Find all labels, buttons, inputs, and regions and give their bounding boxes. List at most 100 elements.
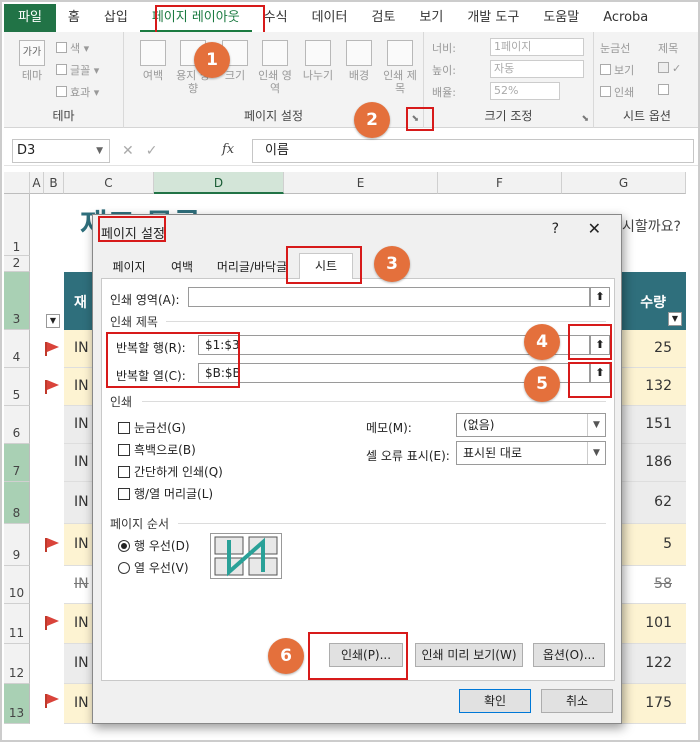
cancel-button[interactable]: 취소 bbox=[541, 689, 613, 713]
tab-file[interactable]: 파일 bbox=[4, 4, 56, 32]
row-header-1[interactable]: 1 bbox=[4, 194, 30, 256]
column-header-b[interactable]: B bbox=[44, 172, 64, 194]
headings-view-checkbox[interactable]: ✓ bbox=[658, 62, 681, 75]
row-header-3[interactable]: 3 bbox=[4, 272, 30, 330]
row-col-headings-label: 행/열 머리글(L) bbox=[134, 487, 214, 501]
width-select[interactable]: 1페이지 bbox=[490, 38, 584, 56]
row-col-headings-checkbox[interactable]: 행/열 머리글(L) bbox=[118, 485, 213, 502]
row-header-7[interactable]: 7 bbox=[4, 444, 30, 482]
tab-acrobat[interactable]: Acroba bbox=[591, 4, 660, 32]
size-label: 크기 bbox=[224, 69, 246, 82]
print-area-input[interactable] bbox=[188, 287, 590, 307]
confirm-icon[interactable]: ✓ bbox=[146, 143, 170, 159]
row-inventory-id: IN bbox=[74, 615, 89, 631]
print-preview-button[interactable]: 인쇄 미리 보기(W) bbox=[415, 643, 523, 667]
scale-value: 52% bbox=[494, 84, 519, 97]
row-header-12[interactable]: 12 bbox=[4, 644, 30, 684]
column-header-d[interactable]: D bbox=[154, 172, 284, 194]
gridlines-label: 눈금선(G) bbox=[134, 421, 186, 435]
name-box[interactable]: D3 ▼ bbox=[12, 139, 110, 163]
row-qty: 175 bbox=[645, 695, 672, 711]
column-header-c[interactable]: C bbox=[64, 172, 154, 194]
gridlines-print-checkbox[interactable]: 인쇄 bbox=[600, 84, 634, 100]
over-then-down-radio[interactable]: 열 우선(V) bbox=[118, 559, 189, 576]
row-header-9[interactable]: 9 bbox=[4, 524, 30, 566]
row-header-5[interactable]: 5 bbox=[4, 368, 30, 406]
checkbox-icon bbox=[118, 444, 130, 456]
filter-dropdown-icon[interactable]: ▼ bbox=[668, 312, 682, 326]
row-qty: 5 bbox=[663, 536, 672, 552]
colors-button[interactable]: 색 ▾ bbox=[56, 40, 89, 56]
select-all-corner[interactable] bbox=[4, 172, 30, 194]
row-header-8[interactable]: 8 bbox=[4, 482, 30, 524]
ok-button[interactable]: 확인 bbox=[459, 689, 531, 713]
fonts-button[interactable]: 글꼴 ▾ bbox=[56, 62, 99, 78]
checkbox-icon bbox=[118, 422, 130, 434]
filter-dropdown-icon[interactable]: ▼ bbox=[46, 314, 60, 328]
tab-margins[interactable]: 여백 bbox=[159, 257, 205, 279]
help-icon[interactable]: ? bbox=[552, 221, 559, 237]
tab-header-footer[interactable]: 머리글/바닥글 bbox=[209, 257, 295, 279]
print-area-button[interactable]: 인쇄 영역 bbox=[258, 40, 292, 95]
print-titles-button[interactable]: 인쇄 제목 bbox=[382, 40, 418, 95]
row-header-6[interactable]: 6 bbox=[4, 406, 30, 444]
effects-button[interactable]: 효과 ▾ bbox=[56, 84, 99, 100]
headings-print-checkbox[interactable] bbox=[658, 84, 672, 97]
formula-input[interactable]: 이름 bbox=[252, 139, 694, 163]
row-header-13[interactable]: 13 bbox=[4, 684, 30, 724]
row-header-2[interactable]: 2 bbox=[4, 256, 30, 272]
close-icon[interactable]: ✕ bbox=[588, 219, 601, 238]
theme-button[interactable]: 가가 테마 bbox=[14, 40, 50, 82]
highlight-rows-picker bbox=[568, 324, 612, 360]
ribbon-group-scale: 너비: 1페이지 높이: 자동 배율: 52% 크기 조정 ⬊ bbox=[424, 32, 594, 128]
height-select[interactable]: 자동 bbox=[490, 60, 584, 78]
name-box-value: D3 bbox=[17, 143, 36, 158]
background-button[interactable]: 배경 bbox=[344, 40, 374, 82]
black-white-checkbox[interactable]: 흑백으로(B) bbox=[118, 441, 196, 458]
effects-icon bbox=[56, 86, 67, 97]
insert-function-icon[interactable]: fx bbox=[222, 142, 234, 157]
margins-button[interactable]: 여백 bbox=[136, 40, 170, 82]
row-header-11[interactable]: 11 bbox=[4, 604, 30, 644]
down-then-over-radio[interactable]: 행 우선(D) bbox=[118, 537, 190, 554]
ribbon-group-sheet-options: 눈금선 제목 보기 ✓ 인쇄 시트 옵션 bbox=[594, 32, 698, 128]
column-header-g[interactable]: G bbox=[562, 172, 686, 194]
row-header-10[interactable]: 10 bbox=[4, 566, 30, 604]
comments-select[interactable]: (없음) ▼ bbox=[456, 413, 606, 437]
gridlines-checkbox[interactable]: 눈금선(G) bbox=[118, 419, 186, 436]
flag-icon bbox=[45, 694, 59, 708]
column-header-f[interactable]: F bbox=[438, 172, 562, 194]
highlight-print-button bbox=[308, 632, 408, 680]
draft-quality-checkbox[interactable]: 간단하게 인쇄(Q) bbox=[118, 463, 223, 480]
tab-review[interactable]: 검토 bbox=[359, 4, 407, 32]
row-qty: 62 bbox=[654, 494, 672, 510]
row-inventory-id: IN bbox=[74, 454, 89, 470]
scale-launcher-icon[interactable]: ⬊ bbox=[581, 114, 589, 124]
scale-input[interactable]: 52% bbox=[490, 82, 560, 100]
headings-heading: 제목 bbox=[658, 42, 679, 55]
step-badge-1: 1 bbox=[194, 42, 230, 78]
draft-quality-label: 간단하게 인쇄(Q) bbox=[134, 465, 223, 479]
tab-insert[interactable]: 삽입 bbox=[92, 4, 140, 32]
collapse-dialog-icon[interactable]: ⬆ bbox=[590, 287, 610, 307]
tab-developer[interactable]: 개발 도구 bbox=[455, 4, 531, 32]
cancel-icon[interactable]: ✕ bbox=[122, 143, 146, 159]
column-header-e[interactable]: E bbox=[284, 172, 438, 194]
flag-icon bbox=[45, 538, 59, 552]
tab-home[interactable]: 홈 bbox=[56, 4, 92, 32]
gridlines-view-checkbox[interactable]: 보기 bbox=[600, 62, 634, 78]
tab-page[interactable]: 페이지 bbox=[103, 257, 155, 279]
row-qty: 151 bbox=[645, 416, 672, 432]
options-button[interactable]: 옵션(O)... bbox=[533, 643, 605, 667]
column-header-a[interactable]: A bbox=[30, 172, 44, 194]
breaks-button[interactable]: 나누기 bbox=[300, 40, 336, 82]
cell-errors-select[interactable]: 표시된 대로 ▼ bbox=[456, 441, 606, 465]
checkbox-checked-icon bbox=[658, 62, 669, 73]
height-value: 자동 bbox=[494, 62, 515, 75]
row-header-4[interactable]: 4 bbox=[4, 330, 30, 368]
tab-help[interactable]: 도움말 bbox=[531, 4, 591, 32]
tab-data[interactable]: 데이터 bbox=[300, 4, 360, 32]
checkbox-icon bbox=[118, 466, 130, 478]
checkbox-icon bbox=[118, 488, 130, 500]
tab-view[interactable]: 보기 bbox=[407, 4, 455, 32]
